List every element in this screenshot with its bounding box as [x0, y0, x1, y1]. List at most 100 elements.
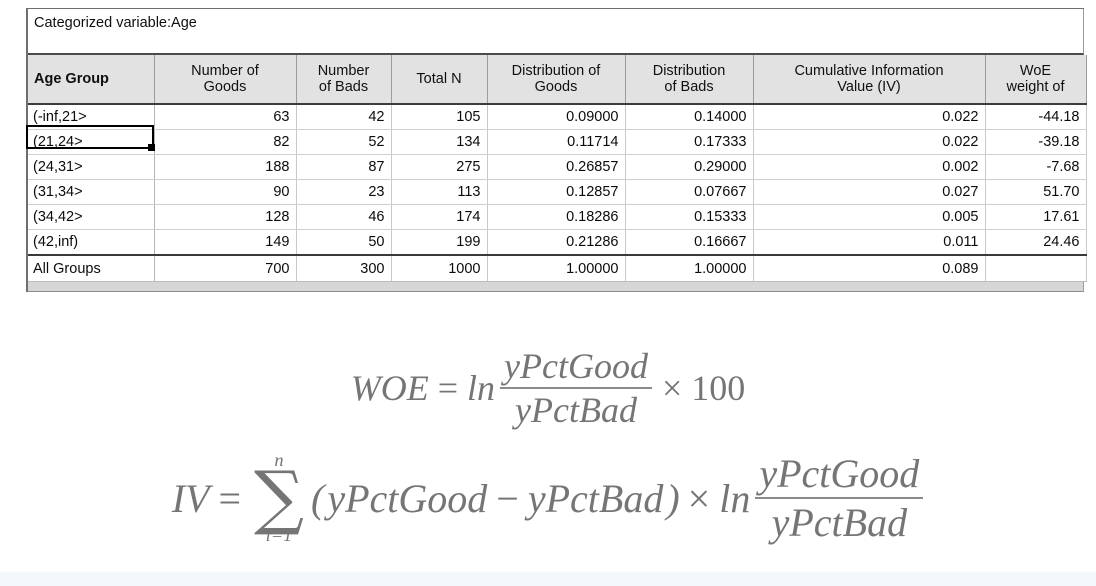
table-row[interactable]: (21,24> 82 52 134 0.11714 0.17333 0.022 … — [28, 129, 1087, 155]
column-header-line2: of Bads — [318, 79, 369, 95]
categorized-variable-title: Categorized variable:Age — [34, 15, 197, 31]
cell-all-groups-label[interactable]: All Groups — [28, 254, 155, 282]
column-header-woe[interactable]: WoE weight of — [985, 55, 1087, 105]
cell-total[interactable]: 113 — [391, 179, 488, 205]
cell-woe[interactable]: 17.61 — [985, 204, 1087, 230]
column-header-line2: weight of — [1006, 79, 1065, 95]
cell-age-group[interactable]: (31,34> — [28, 179, 155, 205]
table-row[interactable]: (24,31> 188 87 275 0.26857 0.29000 0.002… — [28, 154, 1087, 180]
cell-bads[interactable]: 42 — [296, 104, 392, 130]
iv-close-paren: ) — [666, 475, 680, 521]
table-row[interactable]: (42,inf) 149 50 199 0.21286 0.16667 0.01… — [28, 229, 1087, 256]
cell-woe[interactable]: -44.18 — [985, 104, 1087, 130]
iv-minus-icon: − — [496, 475, 519, 521]
table-row[interactable]: (-inf,21> 63 42 105 0.09000 0.14000 0.02… — [28, 104, 1087, 130]
cell-dist-goods[interactable]: 0.26857 — [487, 154, 626, 180]
column-header-distribution-of-goods[interactable]: Distribution of Goods — [487, 55, 626, 105]
cell-total[interactable]: 275 — [391, 154, 488, 180]
cell-total-bads[interactable]: 300 — [296, 254, 392, 282]
cell-iv[interactable]: 0.002 — [753, 154, 986, 180]
cell-bads[interactable]: 87 — [296, 154, 392, 180]
woe-times-icon: × — [661, 368, 683, 408]
cell-iv[interactable]: 0.027 — [753, 179, 986, 205]
cell-age-group[interactable]: (21,24> — [28, 129, 155, 155]
cell-dist-bads[interactable]: 0.15333 — [625, 204, 754, 230]
column-header-line1: Number — [317, 62, 370, 79]
cell-total[interactable]: 199 — [391, 229, 488, 256]
cell-iv[interactable]: 0.011 — [753, 229, 986, 256]
cell-goods[interactable]: 128 — [154, 204, 297, 230]
cell-goods[interactable]: 82 — [154, 129, 297, 155]
cell-dist-goods[interactable]: 0.21286 — [487, 229, 626, 256]
cell-total-goods[interactable]: 700 — [154, 254, 297, 282]
cell-dist-bads[interactable]: 0.29000 — [625, 154, 754, 180]
woe-numerator: yPctGood — [500, 346, 652, 389]
cell-total[interactable]: 134 — [391, 129, 488, 155]
iv-equals: = — [218, 475, 242, 521]
table-row[interactable]: (31,34> 90 23 113 0.12857 0.07667 0.027 … — [28, 179, 1087, 205]
cell-woe[interactable]: 24.46 — [985, 229, 1087, 256]
iv-numerator: yPctGood — [755, 452, 924, 499]
cell-dist-bads[interactable]: 0.16667 — [625, 229, 754, 256]
cell-total[interactable]: 105 — [391, 104, 488, 130]
cell-dist-goods[interactable]: 0.12857 — [487, 179, 626, 205]
cell-total-iv[interactable]: 0.089 — [753, 254, 986, 282]
column-header-distribution-of-bads[interactable]: Distribution of Bads — [625, 55, 754, 105]
column-header-line1: Number of — [191, 62, 259, 79]
sheet-bottom-strip[interactable] — [28, 282, 1084, 292]
cell-total-woe[interactable] — [985, 254, 1087, 282]
column-header-line1: Distribution of — [511, 62, 601, 79]
cell-iv[interactable]: 0.005 — [753, 204, 986, 230]
cell-bads[interactable]: 50 — [296, 229, 392, 256]
cell-bads[interactable]: 52 — [296, 129, 392, 155]
woe-iv-table: Age Group Number of Goods Number of Bads… — [28, 55, 1087, 282]
cell-total-dist-goods[interactable]: 1.00000 — [487, 254, 626, 282]
column-header-line2: Goods — [203, 79, 247, 95]
table-row[interactable]: (34,42> 128 46 174 0.18286 0.15333 0.005… — [28, 204, 1087, 230]
table-total-row[interactable]: All Groups 700 300 1000 1.00000 1.00000 … — [28, 254, 1087, 282]
column-header-line2: Goods — [534, 79, 578, 95]
cell-goods[interactable]: 149 — [154, 229, 297, 256]
cell-dist-goods[interactable]: 0.11714 — [487, 129, 626, 155]
column-header-total-n[interactable]: Total N — [391, 55, 488, 105]
column-header-number-of-bads[interactable]: Number of Bads — [296, 55, 392, 105]
column-header-line1: Age Group — [34, 70, 109, 87]
iv-times-icon: × — [687, 475, 711, 521]
cell-goods[interactable]: 188 — [154, 154, 297, 180]
cell-age-group[interactable]: (34,42> — [28, 204, 155, 230]
cell-goods[interactable]: 63 — [154, 104, 297, 130]
woe-equals: = — [437, 368, 458, 408]
cell-woe[interactable]: 51.70 — [985, 179, 1087, 205]
column-header-number-of-goods[interactable]: Number of Goods — [154, 55, 297, 105]
woe-factor: 100 — [691, 368, 746, 408]
cell-age-group[interactable]: (42,inf) — [28, 229, 155, 256]
column-header-line1: WoE — [1019, 62, 1052, 79]
cell-bads[interactable]: 23 — [296, 179, 392, 205]
cell-dist-bads[interactable]: 0.17333 — [625, 129, 754, 155]
iv-term-b: yPctBad — [527, 475, 664, 521]
iv-ln: ln — [719, 475, 751, 521]
cell-dist-bads[interactable]: 0.07667 — [625, 179, 754, 205]
cell-woe[interactable]: -39.18 — [985, 129, 1087, 155]
cell-bads[interactable]: 46 — [296, 204, 392, 230]
cell-total-dist-bads[interactable]: 1.00000 — [625, 254, 754, 282]
cell-woe[interactable]: -7.68 — [985, 154, 1087, 180]
cell-iv[interactable]: 0.022 — [753, 129, 986, 155]
woe-lhs: WOE — [350, 368, 429, 408]
cell-iv[interactable]: 0.022 — [753, 104, 986, 130]
cell-dist-goods[interactable]: 0.18286 — [487, 204, 626, 230]
summation-operator: n ∑ i=1 — [254, 451, 304, 545]
woe-formula: WOE = ln yPctGood yPctBad × 100 — [0, 340, 1096, 436]
cell-total[interactable]: 174 — [391, 204, 488, 230]
fill-handle[interactable] — [148, 144, 155, 151]
iv-term-a: yPctGood — [327, 475, 488, 521]
sigma-icon: ∑ — [254, 455, 304, 538]
cell-total-n[interactable]: 1000 — [391, 254, 488, 282]
cell-age-group[interactable]: (24,31> — [28, 154, 155, 180]
cell-goods[interactable]: 90 — [154, 179, 297, 205]
cell-dist-bads[interactable]: 0.14000 — [625, 104, 754, 130]
column-header-age-group[interactable]: Age Group — [28, 55, 155, 105]
cell-dist-goods[interactable]: 0.09000 — [487, 104, 626, 130]
column-header-cumulative-iv[interactable]: Cumulative Information Value (IV) — [753, 55, 986, 105]
cell-age-group[interactable]: (-inf,21> — [28, 104, 155, 130]
